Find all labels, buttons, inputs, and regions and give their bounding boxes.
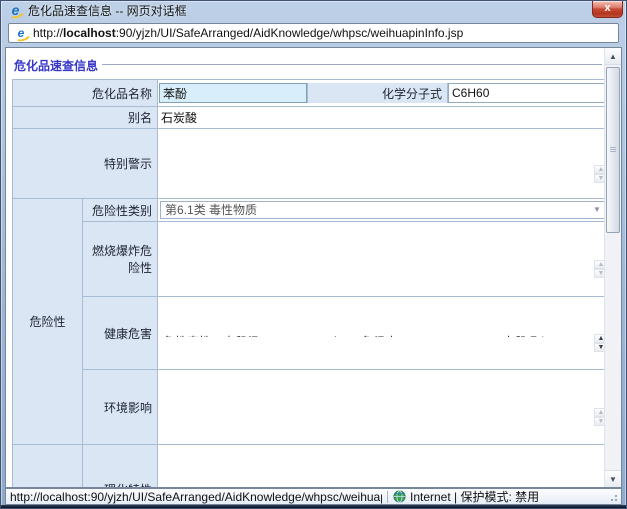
page-scrollbar[interactable]: ▲ ▼ xyxy=(604,48,621,487)
globe-icon xyxy=(393,490,406,503)
divider xyxy=(102,64,602,65)
scroll-up-icon[interactable]: ▲ xyxy=(594,334,604,343)
close-button[interactable]: x xyxy=(592,1,623,18)
section-header: 危化品速查信息 xyxy=(12,57,604,74)
scrollbar-thumb[interactable] xyxy=(606,67,620,233)
security-zone: Internet | 保护模式: 禁用 xyxy=(393,488,607,505)
fire-label: 燃烧爆炸危险性 xyxy=(83,222,158,297)
scroll-down-icon[interactable]: ▼ xyxy=(605,470,621,487)
table-row: 理化特性 无色或白色晶体，有特殊气味。在空气中及光线作用下变为粉红色甚至红色。室… xyxy=(13,445,605,488)
hazard-category-select[interactable]: 第6.1类 毒性物质 ▼ xyxy=(160,201,604,219)
table-row: 环境影响 在很低的浓度下就能对水生生物造成危害 在土壤中，只要2-5天时间就可完… xyxy=(13,370,605,445)
environment-label: 环境影响 xyxy=(83,370,158,445)
divider xyxy=(387,491,388,503)
alias-input[interactable] xyxy=(158,109,604,126)
formula-input[interactable] xyxy=(448,83,604,103)
hazard-group-label: 危险性 xyxy=(13,199,83,445)
table-row: 危化品名称 化学分子式 xyxy=(13,80,605,107)
scroll-up-icon[interactable]: ▲ xyxy=(594,165,604,174)
table-row: 别名 xyxy=(13,107,605,129)
address-bar: e http://localhost:90/yjzh/UI/SafeArrang… xyxy=(5,20,622,46)
warning-label: 特别警示 xyxy=(13,129,158,199)
page-content-area: 危化品速查信息 危化品名称 化学分子式 别名 xyxy=(5,47,622,488)
zone-text: Internet | 保护模式: 禁用 xyxy=(410,488,539,505)
ie-icon: e xyxy=(8,3,23,18)
chemical-name-input[interactable] xyxy=(159,83,307,103)
dialog-window: e 危化品速查信息 -- 网页对话框 x e http://localhost:… xyxy=(0,0,627,509)
name-label: 危化品名称 xyxy=(13,80,158,107)
scroll-down-icon[interactable]: ▼ xyxy=(594,269,604,278)
status-bar: http://localhost:90/yjzh/UI/SafeArranged… xyxy=(5,488,622,505)
close-icon: x xyxy=(604,2,610,14)
physical-label: 理化特性 xyxy=(83,445,158,488)
chemical-info-table: 危化品名称 化学分子式 别名 xyxy=(12,79,604,487)
scroll-down-icon[interactable]: ▼ xyxy=(594,343,604,352)
chevron-down-icon[interactable]: ▼ xyxy=(590,202,604,218)
window-bottom-border xyxy=(1,505,626,508)
title-bar[interactable]: e 危化品速查信息 -- 网页对话框 xyxy=(1,1,626,20)
scroll-up-icon[interactable]: ▲ xyxy=(605,48,621,65)
window-title: 危化品速查信息 -- 网页对话框 xyxy=(28,2,187,19)
formula-label: 化学分子式 xyxy=(307,83,448,103)
empty-cell xyxy=(13,445,83,488)
table-row: 特别警示 有毒，对皮肤、黏膜有强烈的腐蚀作用 皮肤接触，首先用大量清水冲洗至少1… xyxy=(13,129,605,199)
address-field[interactable]: e http://localhost:90/yjzh/UI/SafeArrang… xyxy=(8,23,619,43)
scroll-down-icon[interactable]: ▼ xyxy=(594,174,604,183)
status-url: http://localhost:90/yjzh/UI/SafeArranged… xyxy=(10,490,382,504)
scroll-up-icon[interactable]: ▲ xyxy=(594,260,604,269)
ie-icon: e xyxy=(14,26,28,40)
page-title: 危化品速查信息 xyxy=(14,57,102,74)
resize-grip[interactable] xyxy=(607,492,617,502)
alias-label: 别名 xyxy=(13,107,158,129)
scroll-down-icon[interactable]: ▼ xyxy=(594,417,604,426)
table-row: 危险性 危险性类别 第6.1类 毒性物质 ▼ xyxy=(13,199,605,222)
category-label: 危险性类别 xyxy=(83,199,158,222)
table-row: 健康危害 急性毒性：大鼠经LD50317mg／kg；兔经皮LD50。630mg/… xyxy=(13,297,605,370)
address-url: http://localhost:90/yjzh/UI/SafeArranged… xyxy=(33,26,463,40)
table-row: 燃烧爆炸危险性 可燃 ▲ ▼ xyxy=(13,222,605,297)
scroll-up-icon[interactable]: ▲ xyxy=(594,408,604,417)
health-label: 健康危害 xyxy=(83,297,158,370)
